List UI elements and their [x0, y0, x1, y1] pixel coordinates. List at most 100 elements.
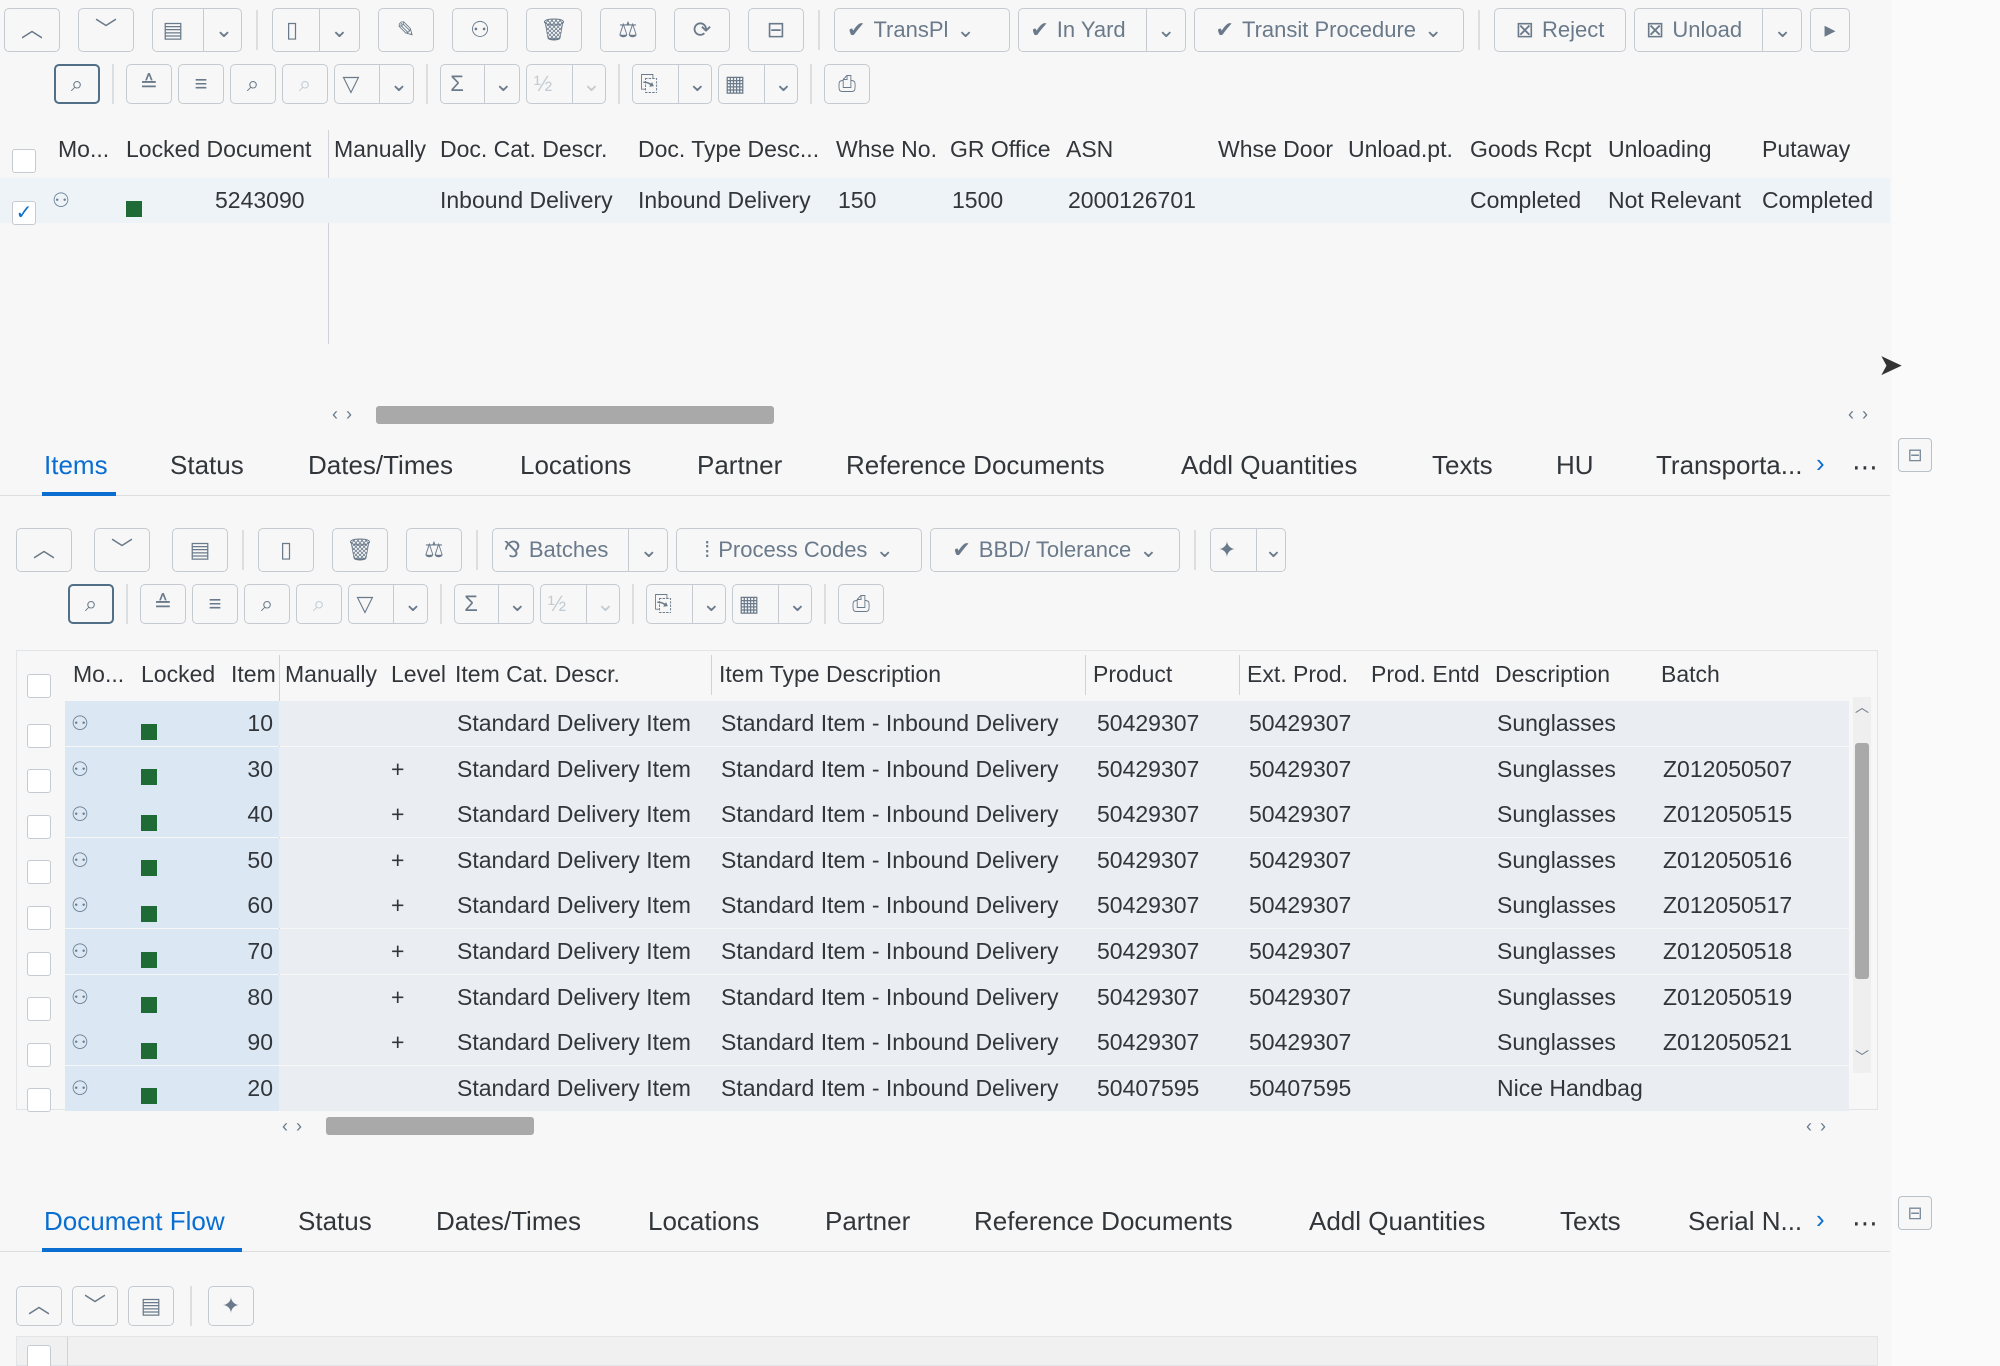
- column-manually[interactable]: Manually: [334, 136, 426, 163]
- tab-status[interactable]: Status: [170, 450, 244, 481]
- item-subtotal-button[interactable]: ½ ⌄: [540, 584, 620, 624]
- batches-button[interactable]: ⅋ Batches ⌄: [492, 528, 668, 572]
- product-value[interactable]: 50429307: [1097, 801, 1199, 828]
- column-unload-pt[interactable]: Unload.pt.: [1348, 136, 1453, 163]
- glasses-icon[interactable]: ⚇: [71, 1076, 89, 1101]
- table-row[interactable]: ⚇ 70 + Standard Delivery Item Standard Item …: [17, 929, 1849, 976]
- column-batch[interactable]: Batch: [1661, 661, 1720, 688]
- flow-actions-button[interactable]: ✦: [208, 1286, 254, 1326]
- table-row[interactable]: ⚇ 20 Standard Delivery Item Standard Item -…: [17, 1065, 1849, 1113]
- copy-menu-button[interactable]: ▯ ⌄: [272, 8, 360, 52]
- items-scroll-arrows-right[interactable]: ‹›: [1806, 1116, 1834, 1137]
- tab-hu[interactable]: HU: [1556, 450, 1594, 481]
- tab-addl-quantities[interactable]: Addl Quantities: [1181, 450, 1357, 481]
- column-doc-cat[interactable]: Doc. Cat. Descr.: [440, 136, 607, 163]
- flow-layout-button[interactable]: ▤: [128, 1286, 174, 1326]
- edit-button[interactable]: ✎: [378, 8, 434, 52]
- column-goods-rcpt[interactable]: Goods Rcpt: [1470, 136, 1591, 163]
- glasses-icon[interactable]: ⚇: [71, 1030, 89, 1055]
- tab-flow-status[interactable]: Status: [298, 1206, 372, 1237]
- flow-tab-overflow-icon[interactable]: ⋯: [1852, 1208, 1878, 1239]
- items-vscrollbar[interactable]: ︿ ﹀: [1853, 697, 1871, 1073]
- items-vscroll-thumb[interactable]: [1855, 743, 1869, 979]
- table-row[interactable]: ⚇ 50 + Standard Delivery Item Standard Item …: [17, 837, 1849, 885]
- product-value[interactable]: 50429307: [1097, 938, 1199, 965]
- level-indicator[interactable]: +: [391, 756, 404, 783]
- product-value[interactable]: 50429307: [1097, 984, 1199, 1011]
- column-manually[interactable]: Manually: [285, 661, 377, 688]
- item-zoom-button[interactable]: ⌕: [68, 584, 114, 624]
- tab-flow-serial-numbers[interactable]: Serial N...: [1688, 1206, 1802, 1237]
- unload-button[interactable]: ⊠ Unload ⌄: [1634, 8, 1802, 52]
- bbd-tolerance-button[interactable]: ✔ BBD/ Tolerance ⌄: [930, 528, 1180, 572]
- flow-down-button[interactable]: ﹀: [72, 1286, 118, 1326]
- level-indicator[interactable]: +: [391, 892, 404, 919]
- column-level[interactable]: Level: [391, 661, 446, 688]
- product-value[interactable]: 50429307: [1097, 892, 1199, 919]
- glasses-icon[interactable]: ⚇: [71, 893, 89, 918]
- glasses-icon[interactable]: ⚇: [71, 985, 89, 1010]
- item-filter-button[interactable]: ▽ ⌄: [348, 584, 428, 624]
- tab-flow-texts[interactable]: Texts: [1560, 1206, 1621, 1237]
- tab-flow-reference-documents[interactable]: Reference Documents: [974, 1206, 1233, 1237]
- print-preview-button[interactable]: ⎙: [824, 64, 870, 104]
- column-asn[interactable]: ASN: [1066, 136, 1113, 163]
- display-button[interactable]: ⚇: [452, 8, 508, 52]
- header-hscrollbar[interactable]: [376, 406, 774, 424]
- level-indicator[interactable]: +: [391, 801, 404, 828]
- column-item-cat[interactable]: Item Cat. Descr.: [455, 661, 620, 688]
- product-value[interactable]: 50429307: [1097, 847, 1199, 874]
- reject-button[interactable]: ⊠ Reject: [1494, 8, 1626, 52]
- tab-texts[interactable]: Texts: [1432, 450, 1493, 481]
- tab-reference-documents[interactable]: Reference Documents: [846, 450, 1105, 481]
- table-row[interactable]: ⚇ 40 + Standard Delivery Item Standard Item …: [17, 792, 1849, 839]
- item-number[interactable]: 30: [217, 756, 273, 783]
- table-row[interactable]: ⚇ 80 + Standard Delivery Item Standard Item …: [17, 974, 1849, 1022]
- item-down-button[interactable]: ﹀: [94, 528, 150, 572]
- transit-procedure-button[interactable]: ✔ Transit Procedure ⌄: [1194, 8, 1464, 52]
- table-settings-button[interactable]: ▦ ⌄: [718, 64, 798, 104]
- column-item-type[interactable]: Item Type Description: [719, 661, 941, 688]
- column-locked-document[interactable]: Locked Document: [126, 136, 311, 163]
- move-down-button[interactable]: ﹀: [78, 8, 134, 52]
- product-value[interactable]: 50407595: [1097, 1075, 1199, 1102]
- sum-button[interactable]: Σ ⌄: [440, 64, 520, 104]
- item-search-button[interactable]: ⌕: [244, 584, 290, 624]
- tab-scroll-right-icon[interactable]: ›: [1816, 448, 1825, 479]
- level-indicator[interactable]: +: [391, 1029, 404, 1056]
- item-number[interactable]: 40: [217, 801, 273, 828]
- tab-dates-times[interactable]: Dates/Times: [308, 450, 453, 481]
- tab-locations[interactable]: Locations: [520, 450, 631, 481]
- more-toolbar-button[interactable]: ▸: [1810, 8, 1850, 52]
- column-unloading[interactable]: Unloading: [1608, 136, 1712, 163]
- item-number[interactable]: 70: [217, 938, 273, 965]
- delete-button[interactable]: 🗑: [526, 8, 582, 52]
- column-putaway[interactable]: Putaway: [1762, 136, 1850, 163]
- document-number[interactable]: 5243090: [215, 187, 305, 214]
- item-table-settings-button[interactable]: ▦ ⌄: [732, 584, 812, 624]
- glasses-icon[interactable]: ⚇: [71, 939, 89, 964]
- save-button[interactable]: ⊟: [748, 8, 804, 52]
- header-scroll-arrows-right[interactable]: ‹›: [1848, 404, 1876, 425]
- column-whse-door[interactable]: Whse Door: [1218, 136, 1333, 163]
- flow-tab-scroll-right-icon[interactable]: ›: [1816, 1204, 1825, 1235]
- column-gr-office[interactable]: GR Office: [950, 136, 1051, 163]
- item-export-button[interactable]: ⎘ ⌄: [646, 584, 726, 624]
- column-mo[interactable]: Mo...: [73, 661, 124, 688]
- level-indicator[interactable]: +: [391, 984, 404, 1011]
- find-next-button[interactable]: ⌕: [282, 64, 328, 104]
- scroll-down-icon[interactable]: ﹀: [1853, 1047, 1871, 1067]
- tab-document-flow[interactable]: Document Flow: [44, 1206, 225, 1237]
- table-row[interactable]: ⚇ 60 + Standard Delivery Item Standard Item …: [17, 883, 1849, 930]
- table-row[interactable]: ⚇ 30 + Standard Delivery Item Standard Item …: [17, 746, 1849, 794]
- product-value[interactable]: 50429307: [1097, 710, 1199, 737]
- column-whse-no[interactable]: Whse No.: [836, 136, 937, 163]
- column-product[interactable]: Product: [1093, 661, 1172, 688]
- refresh-button[interactable]: ⟳: [674, 8, 730, 52]
- process-codes-button[interactable]: ⁞ Process Codes ⌄: [676, 528, 922, 572]
- layout-menu-button[interactable]: ▤ ⌄: [152, 8, 242, 52]
- tab-items[interactable]: Items: [44, 450, 108, 481]
- items-panel-toggle-icon[interactable]: ⊟: [1898, 438, 1932, 472]
- column-mo[interactable]: Mo...: [58, 136, 109, 163]
- table-row[interactable]: ⚇ 90 + Standard Delivery Item Standard Item …: [17, 1020, 1849, 1067]
